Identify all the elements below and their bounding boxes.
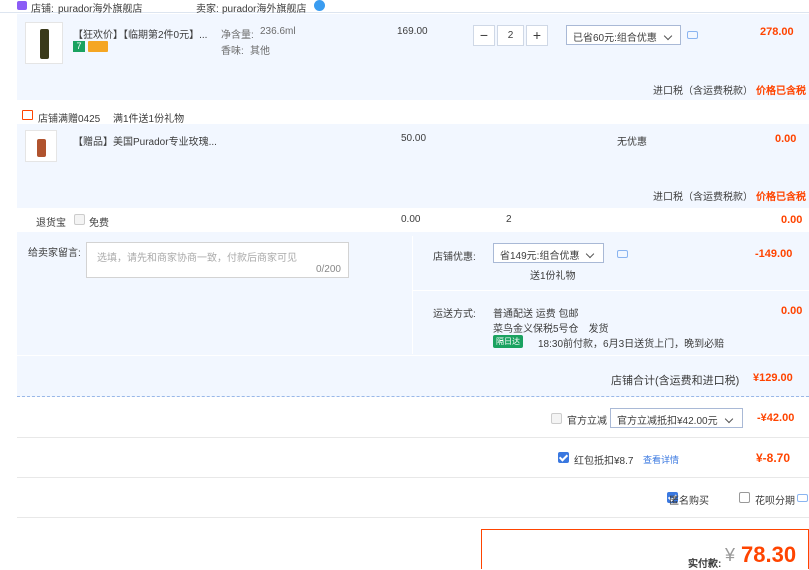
- shop-discount-select[interactable]: 省149元:组合优惠: [493, 243, 604, 263]
- pay-symbol: ¥: [725, 545, 736, 565]
- official-discount-checkbox[interactable]: [551, 413, 562, 424]
- return-insurance-total: 0.00: [781, 214, 803, 226]
- qty-minus-button[interactable]: −: [473, 25, 495, 46]
- panel-divider: [412, 236, 413, 354]
- shipping-line3: 18:30前付款，6月3日送货上门，晚到必赔: [538, 339, 725, 350]
- pay-label: 实付款:: [688, 559, 722, 570]
- gift-discount: 无优惠: [617, 137, 647, 148]
- return-7day-icon: 7: [73, 41, 85, 52]
- seller-name-link[interactable]: purador海外旗舰店: [222, 0, 306, 15]
- gift-price: 50.00: [401, 133, 427, 144]
- message-icon[interactable]: [617, 250, 628, 258]
- gift-tax-label: 进口税（含运费税款）: [653, 192, 753, 203]
- shop-discount-select-label: 省149元:组合优惠: [500, 251, 580, 262]
- gift-tax-value: 价格已含税: [756, 192, 806, 203]
- tax-label: 进口税（含运费税款）: [653, 86, 753, 97]
- panel-hdivider-2: [17, 355, 809, 356]
- item-total: 278.00: [760, 26, 794, 38]
- shipping-label: 运送方式:: [433, 309, 476, 320]
- message-counter: 0/200: [315, 264, 341, 275]
- huabei-checkbox[interactable]: [739, 492, 750, 503]
- seller-label: 卖家:: [196, 4, 219, 15]
- panel-hdivider: [412, 290, 809, 291]
- redpacket-details-link[interactable]: 查看详情: [643, 453, 679, 466]
- product-image[interactable]: [25, 22, 63, 64]
- message-icon[interactable]: [797, 494, 808, 502]
- divider: [17, 437, 809, 438]
- divider: [17, 517, 809, 518]
- divider: [17, 477, 809, 478]
- redpacket-value: ¥-8.70: [756, 451, 791, 465]
- shipping-line1: 普通配送 运费 包邮: [493, 309, 579, 320]
- gift-promo-label: 店铺满赠0425: [38, 114, 101, 125]
- return-insurance-price: 0.00: [401, 214, 421, 225]
- wangwang-icon[interactable]: [314, 0, 325, 11]
- return-insurance-qty: 2: [506, 214, 512, 225]
- official-discount-select[interactable]: 官方立减抵扣¥42.00元: [610, 408, 743, 428]
- chevron-down-icon: [586, 249, 595, 259]
- official-discount-select-label: 官方立减抵扣¥42.00元: [617, 416, 718, 427]
- gift-title-link[interactable]: 【赠品】美国Purador专业玫瑰...: [73, 133, 217, 148]
- spec1-value: 236.6ml: [260, 26, 296, 37]
- tax-value: 价格已含税: [756, 86, 806, 97]
- spec2-value: 其他: [250, 46, 270, 57]
- next-day-badge: 隔日达: [493, 335, 523, 348]
- shop-total-value: ¥129.00: [753, 372, 793, 384]
- qty-plus-button[interactable]: +: [526, 25, 548, 46]
- redpacket-label: 红包抵扣¥8.7: [574, 456, 634, 467]
- card-icon: [88, 41, 108, 52]
- shipping-value: 0.00: [781, 305, 803, 317]
- anonymous-label: 匿名购买: [669, 496, 709, 507]
- discount-select-label: 已省60元:组合优惠: [573, 33, 657, 44]
- gift-icon: [22, 110, 33, 120]
- shop-icon: [17, 1, 27, 10]
- chevron-down-icon: [724, 414, 733, 424]
- message-placeholder: 选填，请先和商家协商一致，付款后商家可见: [97, 253, 297, 264]
- message-label: 给卖家留言:: [28, 248, 81, 259]
- official-discount-value: -¥42.00: [757, 412, 795, 424]
- return-insurance-checkbox[interactable]: [74, 214, 85, 225]
- unit-price: 169.00: [397, 26, 428, 37]
- shop-discount-value: -149.00: [755, 248, 793, 260]
- gift-promo-desc: 满1件送1份礼物: [113, 114, 185, 125]
- product-title-link[interactable]: 【狂欢价】【临期第2件0元】...: [73, 26, 207, 41]
- message-icon[interactable]: [687, 31, 698, 39]
- spec2-label: 香味:: [221, 46, 244, 57]
- qty-input[interactable]: 2: [497, 25, 524, 46]
- spec1-label: 净含量:: [221, 30, 254, 41]
- pay-value: 78.30: [741, 542, 797, 567]
- shipping-line2: 菜鸟金义保税5号仓 发货: [493, 324, 609, 335]
- shop-name-link[interactable]: purador海外旗舰店: [58, 0, 142, 15]
- message-textarea[interactable]: 选填，请先和商家协商一致，付款后商家可见 0/200: [86, 242, 349, 278]
- chevron-down-icon: [663, 31, 673, 41]
- return-insurance-free: 免费: [89, 218, 109, 229]
- shop-total-label: 店铺合计(含运费和进口税): [611, 375, 740, 387]
- shop-discount-sub: 送1份礼物: [530, 271, 576, 282]
- gift-product-image[interactable]: [25, 130, 57, 162]
- redpacket-checkbox[interactable]: [558, 452, 569, 463]
- shop-discount-label: 店铺优惠:: [433, 252, 476, 263]
- discount-select[interactable]: 已省60元:组合优惠: [566, 25, 681, 45]
- official-discount-label: 官方立减: [567, 416, 607, 427]
- gift-total: 0.00: [775, 133, 797, 145]
- return-insurance-label: 退货宝: [36, 218, 66, 229]
- shop-label: 店铺:: [31, 4, 54, 15]
- huabei-label: 花呗分期: [755, 496, 795, 507]
